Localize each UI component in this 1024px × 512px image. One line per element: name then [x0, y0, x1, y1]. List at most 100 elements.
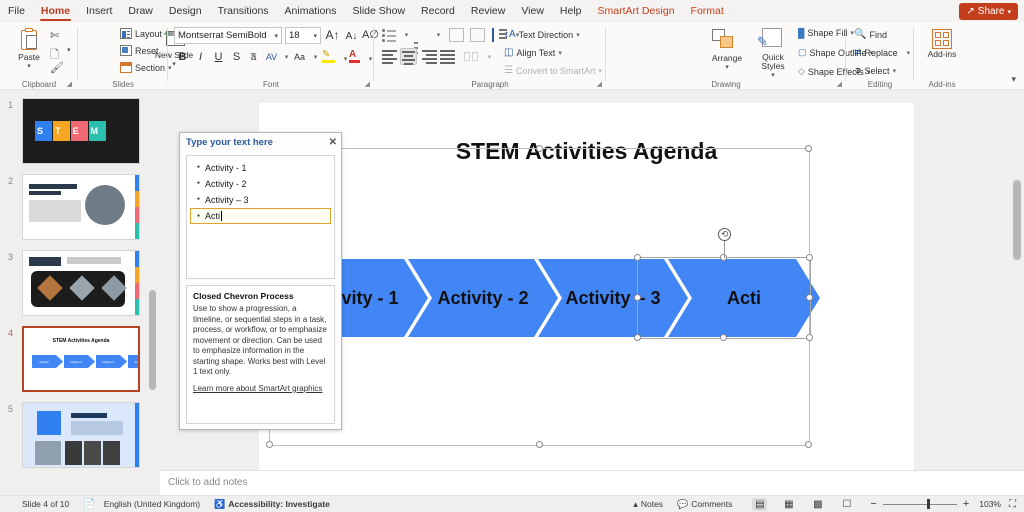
- chevron-down-icon[interactable]: ▾: [308, 50, 323, 65]
- tab-slide-show[interactable]: Slide Show: [345, 0, 414, 22]
- text-pane-bullet-list[interactable]: Activity - 1 Activity - 2 Activity – 3 A…: [186, 155, 335, 279]
- find-button[interactable]: 🔍 Find: [854, 29, 887, 40]
- slide-surface[interactable]: STEM Activities Agenda Activity - 1 Acti…: [259, 103, 914, 472]
- bullet-item-3[interactable]: Activity – 3: [191, 192, 330, 208]
- bullet-item-1[interactable]: Activity - 1: [191, 160, 330, 176]
- increase-indent-button[interactable]: [470, 28, 485, 42]
- tab-help[interactable]: Help: [552, 0, 590, 22]
- thumbnail-slide-1[interactable]: 1 STEM: [22, 98, 140, 164]
- tab-draw[interactable]: Draw: [120, 0, 161, 22]
- tab-format[interactable]: Format: [683, 0, 732, 22]
- underline-button[interactable]: U: [211, 50, 226, 65]
- shape-handle-ne[interactable]: [806, 254, 813, 261]
- select-button[interactable]: ➲ Select ▾: [854, 65, 896, 76]
- zoom-slider[interactable]: [883, 498, 957, 510]
- fit-slide-icon[interactable]: ⛶: [1009, 499, 1016, 510]
- resize-handle-ne[interactable]: [805, 145, 812, 152]
- language-icon[interactable]: 📄: [83, 499, 95, 510]
- thumbnail-slide-5[interactable]: 5: [22, 402, 140, 468]
- resize-handle-n[interactable]: [536, 145, 543, 152]
- bullet-item-2[interactable]: Activity - 2: [191, 176, 330, 192]
- tab-design[interactable]: Design: [161, 0, 210, 22]
- tab-transitions[interactable]: Transitions: [210, 0, 277, 22]
- accessibility-status[interactable]: Accessibility: Investigate: [228, 499, 330, 509]
- clipboard-dialog-launcher[interactable]: ◢: [67, 80, 72, 88]
- reset-button[interactable]: Reset: [120, 45, 159, 56]
- align-text-button[interactable]: ◫ Align Text ▾: [504, 47, 562, 58]
- text-highlight-button[interactable]: ✎: [322, 50, 335, 63]
- thumbnail-card[interactable]: STEM Activities Agenda Activity Activity…: [22, 326, 140, 392]
- learn-more-link[interactable]: Learn more about SmartArt graphics: [193, 384, 328, 393]
- tab-animations[interactable]: Animations: [277, 0, 345, 22]
- addins-button[interactable]: Add-ins: [927, 29, 957, 59]
- slide-thumbnail-pane[interactable]: 1 STEM 2: [0, 90, 160, 470]
- chevron-down-icon[interactable]: ▾: [67, 46, 71, 54]
- thumbnail-card[interactable]: [22, 402, 140, 468]
- chevron-down-icon[interactable]: ▾: [274, 32, 278, 40]
- layout-button[interactable]: Layout ▾: [120, 28, 169, 39]
- tab-file[interactable]: File: [0, 0, 33, 22]
- thumbnail-card[interactable]: [22, 250, 140, 316]
- canvas-scrollbar-thumb[interactable]: [1013, 180, 1021, 260]
- collapse-ribbon-button[interactable]: ▾: [1011, 74, 1016, 85]
- bold-button[interactable]: B: [175, 50, 190, 65]
- thumbnail-card[interactable]: STEM: [22, 98, 140, 164]
- tab-smartart-design[interactable]: SmartArt Design: [590, 0, 683, 22]
- notes-pane[interactable]: Click to add notes: [160, 470, 1024, 495]
- bullets-button[interactable]: [382, 28, 397, 42]
- shape-handle-w[interactable]: [634, 294, 641, 301]
- chevron-down-icon[interactable]: ▾: [431, 28, 446, 43]
- format-painter-button[interactable]: 🖌: [50, 61, 64, 74]
- chevron-down-icon[interactable]: ▾: [399, 28, 414, 43]
- thumbnail-slide-3[interactable]: 3: [22, 250, 140, 316]
- comments-button[interactable]: 💬 Comments: [677, 499, 732, 510]
- paragraph-dialog-launcher[interactable]: ◢: [597, 80, 602, 88]
- font-name-input[interactable]: Montserrat SemiBold ▾: [174, 27, 282, 44]
- normal-view-icon[interactable]: ▤: [752, 498, 767, 511]
- thumbnail-slide-2[interactable]: 2: [22, 174, 140, 240]
- resize-handle-s[interactable]: [536, 441, 543, 448]
- section-button[interactable]: Section ▾: [120, 62, 172, 73]
- smartart-text-pane[interactable]: Type your text here ✕ Activity - 1 Activ…: [179, 132, 342, 430]
- chevron-shape-2[interactable]: Activity - 2: [408, 259, 558, 337]
- share-button[interactable]: ↗ Share ▾: [959, 3, 1018, 20]
- tab-view[interactable]: View: [513, 0, 552, 22]
- tab-record[interactable]: Record: [413, 0, 463, 22]
- notes-button[interactable]: ▴ Notes: [633, 499, 663, 510]
- grow-font-button[interactable]: A↑: [325, 28, 340, 43]
- decrease-indent-button[interactable]: [449, 28, 464, 42]
- align-center-button[interactable]: [400, 48, 417, 65]
- font-color-button[interactable]: A: [349, 50, 360, 63]
- text-direction-button[interactable]: ↕A Text Direction ▾: [504, 29, 580, 40]
- justify-button[interactable]: [440, 50, 455, 63]
- zoom-in-button[interactable]: +: [963, 498, 969, 510]
- language-label[interactable]: English (United Kingdom): [104, 499, 200, 509]
- slide-count[interactable]: Slide 4 of 10: [22, 499, 69, 509]
- strikethrough-icon[interactable]: a̅: [246, 50, 261, 65]
- font-size-input[interactable]: 18 ▾: [285, 27, 321, 44]
- shape-handle-s[interactable]: [720, 334, 727, 341]
- font-dialog-launcher[interactable]: ◢: [365, 80, 370, 88]
- replace-button[interactable]: ⇄ Replace ▾: [854, 47, 910, 58]
- shape-handle-sw[interactable]: [634, 334, 641, 341]
- zoom-slider-handle[interactable]: [927, 499, 930, 509]
- resize-handle-se[interactable]: [805, 441, 812, 448]
- text-shadow-button[interactable]: S: [229, 50, 244, 65]
- chevron-down-icon[interactable]: ▾: [706, 63, 748, 71]
- bullet-item-4[interactable]: Acti: [190, 208, 331, 224]
- shape-handle-nw[interactable]: [634, 254, 641, 261]
- selected-shape-bounds[interactable]: ⟲: [637, 257, 811, 339]
- tab-review[interactable]: Review: [463, 0, 513, 22]
- quick-styles-button[interactable]: ✎ Quick Styles ▾: [752, 27, 794, 79]
- shape-handle-se[interactable]: [806, 334, 813, 341]
- drawing-dialog-launcher[interactable]: ◢: [837, 80, 842, 88]
- resize-handle-sw[interactable]: [266, 441, 273, 448]
- zoom-out-button[interactable]: −: [870, 498, 876, 510]
- change-case-button[interactable]: Aa: [292, 50, 307, 65]
- zoom-level[interactable]: 103%: [979, 499, 1001, 509]
- chevron-down-icon[interactable]: ▾: [752, 71, 794, 79]
- character-spacing-icon[interactable]: AV: [264, 50, 279, 65]
- chevron-down-icon[interactable]: ▾: [482, 50, 497, 65]
- arrange-button[interactable]: Arrange ▾: [706, 27, 748, 71]
- italic-button[interactable]: I: [193, 50, 208, 65]
